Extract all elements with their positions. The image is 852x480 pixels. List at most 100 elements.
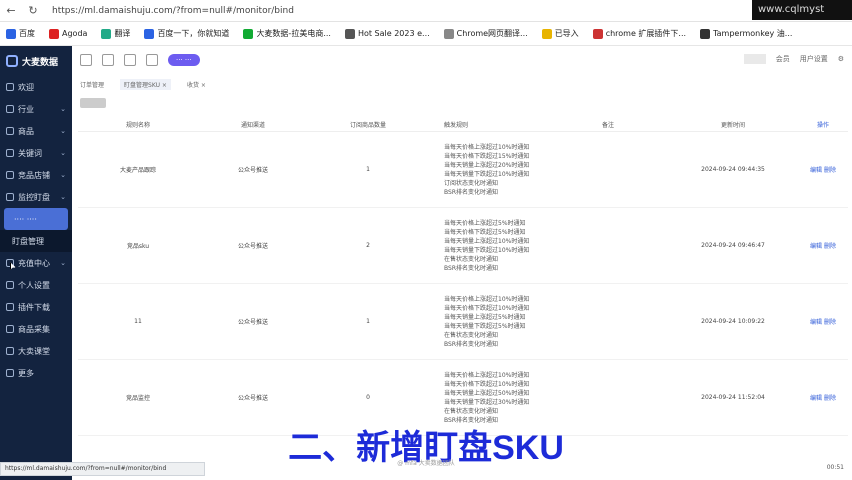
bookmark-item[interactable]: Hot Sale 2023 e... bbox=[344, 28, 430, 39]
rule-line: 当每天价格下跌超过10%时通知 bbox=[444, 380, 530, 388]
sidebar-item[interactable]: 盯盘管理 bbox=[0, 230, 72, 252]
rule-line: 当每天价格上涨超过5%时通知 bbox=[444, 219, 526, 227]
sidebar-item[interactable]: 关键词 ⌄ bbox=[0, 142, 72, 164]
add-button[interactable] bbox=[80, 98, 106, 108]
rule-line: BSR排名变化时通知 bbox=[444, 340, 498, 348]
bookmark-favicon-icon bbox=[243, 28, 254, 39]
sidebar-item[interactable]: 商品采集 bbox=[0, 318, 72, 340]
menu-icon bbox=[6, 303, 14, 311]
bookmark-label: Chrome网页翻译... bbox=[456, 29, 528, 38]
rule-line: 当每天价格下跌超过10%时通知 bbox=[444, 304, 530, 312]
corner-time: 00:51 bbox=[826, 464, 844, 471]
close-icon[interactable]: × bbox=[199, 82, 206, 89]
app-logo[interactable]: 大麦数据 bbox=[0, 46, 72, 76]
rule-line: 当每天销量下跌超过10%时通知 bbox=[444, 246, 530, 254]
bookmark-label: 翻译 bbox=[114, 29, 131, 38]
sidebar-item[interactable]: 欢迎 bbox=[0, 76, 72, 98]
tab-label: 订单管理 bbox=[80, 81, 105, 89]
avatar[interactable] bbox=[743, 54, 766, 64]
menu-toggle-icon[interactable] bbox=[80, 54, 92, 66]
sidebar-item[interactable]: 大卖课堂 bbox=[0, 340, 72, 362]
back-icon[interactable]: ← bbox=[0, 4, 22, 17]
bookmark-item[interactable]: 百度 bbox=[6, 28, 35, 39]
sidebar-item-label: 欢迎 bbox=[18, 82, 34, 92]
rule-line: 当每天价格上涨超过10%时通知 bbox=[444, 371, 530, 379]
bookmark-item[interactable]: Chrome网页翻译... bbox=[443, 28, 528, 39]
close-icon[interactable]: × bbox=[160, 82, 167, 89]
sidebar-item[interactable]: 个人设置 bbox=[0, 274, 72, 296]
rule-line: 当每天价格下跌超过15%时通知 bbox=[444, 152, 530, 160]
sidebar-item[interactable]: 插件下载 bbox=[0, 296, 72, 318]
menu-icon bbox=[6, 347, 14, 355]
chevron-down-icon: ⌄ bbox=[60, 105, 66, 113]
refresh-icon[interactable]: ↻ bbox=[22, 4, 44, 17]
sidebar-item[interactable]: 行业 ⌄ bbox=[0, 98, 72, 120]
sidebar-item-label: 监控盯盘 bbox=[18, 192, 50, 202]
sidebar-item[interactable]: 竞品店铺 ⌄ bbox=[0, 164, 72, 186]
updated-time: 2024-09-24 09:44:35 bbox=[701, 166, 765, 173]
bookmark-item[interactable]: chrome 扩展插件下... bbox=[592, 28, 686, 39]
rule-line: 当每天销量下跌超过10%时通知 bbox=[444, 170, 530, 178]
sidebar-item[interactable]: ···· ···· bbox=[4, 208, 68, 230]
sidebar-item[interactable]: 监控盯盘 ⌄ bbox=[0, 186, 72, 208]
table-row: 竞品sku 公众号推送 2 当每天价格上涨超过5%时通知 当每天价格下跌超过5%时通知当… bbox=[78, 208, 848, 284]
member-link[interactable]: 会员 bbox=[776, 54, 790, 64]
column-header: 更新时间 bbox=[720, 122, 745, 129]
bookmark-label: 百度一下，你就知道 bbox=[157, 29, 230, 38]
topbar-chip[interactable]: ··· ··· bbox=[168, 54, 200, 66]
rule-line: BSR排名变化时通知 bbox=[444, 188, 498, 196]
rule-line: 当每天价格上涨超过10%时通知 bbox=[444, 295, 530, 303]
notify-channel: 公众号推送 bbox=[237, 395, 268, 402]
row-actions[interactable]: 编辑 删除 bbox=[798, 165, 848, 174]
bookmark-item[interactable]: 翻译 bbox=[101, 28, 130, 39]
rule-name: 大麦产品跟踪 bbox=[119, 167, 156, 174]
refresh-page-icon[interactable] bbox=[102, 54, 114, 66]
sidebar-item[interactable]: 商品 ⌄ bbox=[0, 120, 72, 142]
column-header: 通知渠道 bbox=[240, 122, 265, 129]
row-actions[interactable]: 编辑 删除 bbox=[798, 241, 848, 250]
user-settings-link[interactable]: 用户设置 bbox=[800, 54, 828, 64]
settings-icon[interactable]: ⚙ bbox=[838, 55, 844, 63]
chevron-down-icon: ⌄ bbox=[60, 149, 66, 157]
trigger-rules: 当每天价格上涨超过10%时通知 当每天价格下跌超过15%时通知 当每天销量上涨超过2… bbox=[428, 143, 548, 197]
updated-time: 2024-09-24 11:52:04 bbox=[701, 394, 765, 401]
bookmark-item[interactable]: 大麦数据-拉美电商... bbox=[243, 28, 331, 39]
tab-item[interactable]: 盯盘管理SKU × bbox=[120, 78, 171, 90]
rule-name: 竞品sku bbox=[126, 243, 150, 250]
sidebar-item[interactable]: 更多 bbox=[0, 362, 72, 384]
rule-line: 当每天销量上涨超过50%时通知 bbox=[444, 389, 530, 397]
bookmark-favicon-icon bbox=[101, 28, 112, 39]
home-icon[interactable] bbox=[146, 54, 158, 66]
bookmark-item[interactable]: 百度一下，你就知道 bbox=[144, 28, 229, 39]
bookmark-favicon-icon bbox=[144, 28, 155, 39]
url-field[interactable]: https://ml.damaishuju.com/?from=null#/mo… bbox=[52, 6, 294, 16]
notify-channel: 公众号推送 bbox=[237, 319, 268, 326]
bookmark-favicon-icon bbox=[541, 28, 552, 39]
sidebar-item-label: 盯盘管理 bbox=[12, 236, 44, 246]
updated-time: 2024-09-24 09:46:47 bbox=[701, 242, 765, 249]
tab-item[interactable]: 订单管理 bbox=[80, 80, 104, 89]
subscribed-count: 2 bbox=[366, 242, 370, 249]
fullscreen-icon[interactable] bbox=[124, 54, 136, 66]
sidebar-item-label: 更多 bbox=[18, 368, 34, 378]
bookmark-item[interactable]: 已导入 bbox=[541, 28, 579, 39]
browser-address-bar: ← ↻ https://ml.damaishuju.com/?from=null… bbox=[0, 0, 852, 22]
notify-channel: 公众号推送 bbox=[237, 167, 268, 174]
chevron-down-icon: ⌄ bbox=[60, 171, 66, 179]
chevron-down-icon: ⌄ bbox=[60, 193, 66, 201]
rule-line: 当每天价格上涨超过10%时通知 bbox=[444, 143, 530, 151]
tab-item[interactable]: 收货 × bbox=[187, 80, 206, 89]
trigger-rules: 当每天价格上涨超过10%时通知 当每天价格下跌超过10%时通知 当每天销量上涨超过5… bbox=[428, 295, 548, 349]
sidebar-item-label: 商品采集 bbox=[18, 324, 50, 334]
chevron-down-icon: ⌄ bbox=[60, 127, 66, 135]
bookmark-item[interactable]: Agoda bbox=[49, 28, 87, 39]
row-actions[interactable]: 编辑 删除 bbox=[798, 393, 848, 402]
rule-line: 订阅状态变化时通知 bbox=[444, 179, 499, 187]
notify-channel: 公众号推送 bbox=[237, 243, 268, 250]
trigger-rules: 当每天价格上涨超过5%时通知 当每天价格下跌超过5%时通知 当每天销量上涨超过10%… bbox=[428, 219, 548, 273]
rule-line: 当每天销量下跌超过30%时通知 bbox=[444, 398, 530, 406]
bookmark-favicon-icon bbox=[592, 28, 603, 39]
bookmark-item[interactable]: Tampermonkey 油... bbox=[700, 28, 792, 39]
bookmark-favicon-icon bbox=[443, 28, 454, 39]
row-actions[interactable]: 编辑 删除 bbox=[798, 317, 848, 326]
